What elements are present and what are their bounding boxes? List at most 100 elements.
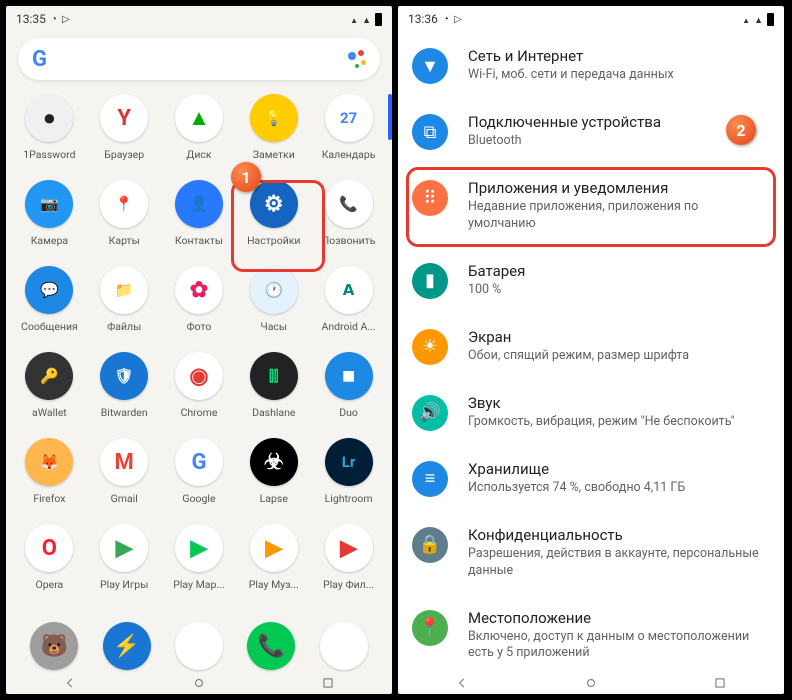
- assistant-icon[interactable]: [348, 50, 366, 68]
- app-label: Play Муз...: [249, 578, 299, 591]
- app-календарь[interactable]: 27 Календарь: [311, 90, 386, 176]
- app-label: Dashlane: [252, 406, 295, 419]
- app-label: aWallet: [32, 406, 67, 419]
- app-awallet[interactable]: 🔑aWallet: [12, 348, 87, 434]
- app-icon: ☣: [250, 438, 298, 486]
- app-label: Браузер: [104, 148, 144, 161]
- settings-item-2[interactable]: ⠿ Приложения и уведомления Недавние прил…: [398, 164, 784, 247]
- app-icon: 27: [325, 94, 373, 142]
- dock-app[interactable]: ⚡: [103, 622, 151, 670]
- settings-icon: 🔊: [412, 395, 448, 431]
- app-label: Диск: [186, 148, 211, 161]
- app-label: Камера: [31, 234, 68, 247]
- app-1password[interactable]: ●1Password: [12, 90, 87, 176]
- settings-subtitle: Включено, доступ к данным о местоположен…: [468, 629, 768, 663]
- settings-item-7[interactable]: 🔒 Конфиденциальность Разрешения, действи…: [398, 511, 784, 594]
- app-камера[interactable]: 📷Камера: [12, 176, 87, 262]
- app-icon: Lr: [325, 438, 373, 486]
- settings-subtitle: 100 %: [468, 282, 768, 299]
- app-chrome[interactable]: ◉Chrome: [162, 348, 237, 434]
- app-позвонить[interactable]: 📞Позвонить: [311, 176, 386, 262]
- app-label: Контакты: [175, 234, 223, 247]
- app-opera[interactable]: OOpera: [12, 520, 87, 606]
- settings-item-4[interactable]: ☀ Экран Обои, спящий режим, размер шрифт…: [398, 313, 784, 379]
- app-icon: Y: [100, 94, 148, 142]
- app-icon: 🛡: [100, 352, 148, 400]
- app-label: Gmail: [111, 492, 138, 505]
- app-фото[interactable]: ✿Фото: [162, 262, 237, 348]
- status-bar: 13:36 ◔ ▷: [398, 6, 784, 32]
- nav-home-icon[interactable]: [584, 676, 598, 690]
- app-play муз...[interactable]: ▶Play Муз...: [236, 520, 311, 606]
- app-play мар...[interactable]: ▶Play Мар...: [162, 520, 237, 606]
- app-label: Duo: [339, 406, 358, 419]
- status-bar: 13:35 ◔ ▷: [6, 6, 392, 32]
- status-time: 13:35: [16, 12, 46, 26]
- app-icon: ■: [325, 352, 373, 400]
- app-диск[interactable]: ▲ Диск: [162, 90, 237, 176]
- settings-subtitle: Недавние приложения, приложения по умолч…: [468, 199, 768, 233]
- settings-title: Местоположение: [468, 609, 768, 627]
- app-icon: ▲: [175, 94, 223, 142]
- app-label: Фото: [187, 320, 212, 333]
- app-icon: ◉: [175, 352, 223, 400]
- dock-app[interactable]: 📞: [247, 622, 295, 670]
- app-icon: 📁: [100, 266, 148, 314]
- app-google[interactable]: GGoogle: [162, 434, 237, 520]
- app-label: Сообщения: [21, 320, 78, 333]
- app-gmail[interactable]: M Gmail: [87, 434, 162, 520]
- settings-subtitle: Громкость, вибрация, режим "Не беспокоит…: [468, 414, 768, 431]
- app-label: Карты: [109, 234, 140, 247]
- app-play игры[interactable]: ▶Play Игры: [87, 520, 162, 606]
- dock-app[interactable]: 🐻: [30, 622, 78, 670]
- settings-subtitle: Используется 74 %, свободно 4,11 ГБ: [468, 480, 768, 497]
- nav-home-icon[interactable]: [192, 676, 206, 690]
- settings-title: Сеть и Интернет: [468, 47, 768, 65]
- app-часы[interactable]: 🕐Часы: [236, 262, 311, 348]
- scroll-indicator[interactable]: [388, 94, 392, 140]
- notification-icon: ▷: [62, 14, 70, 25]
- nav-back-icon[interactable]: [455, 676, 469, 690]
- app-bitwarden[interactable]: 🛡Bitwarden: [87, 348, 162, 434]
- nav-back-icon[interactable]: [63, 676, 77, 690]
- search-bar[interactable]: G: [18, 38, 380, 80]
- settings-icon: ⠿: [412, 180, 448, 216]
- settings-item-6[interactable]: ≡ Хранилище Используется 74 %, свободно …: [398, 445, 784, 511]
- app-firefox[interactable]: 🦊Firefox: [12, 434, 87, 520]
- app-браузер[interactable]: Y Браузер: [87, 90, 162, 176]
- app-label: Заметки: [253, 148, 295, 161]
- app-android a...[interactable]: 𝗔Android A...: [311, 262, 386, 348]
- settings-item-3[interactable]: ▮ Батарея 100 %: [398, 247, 784, 313]
- settings-item-8[interactable]: 📍 Местоположение Включено, доступ к данн…: [398, 594, 784, 677]
- nav-recent-icon[interactable]: [321, 676, 335, 690]
- app-сообщения[interactable]: 💬Сообщения: [12, 262, 87, 348]
- app-icon: ▶: [100, 524, 148, 572]
- app-контакты[interactable]: 👤Контакты: [162, 176, 237, 262]
- signal-icon: [362, 12, 371, 26]
- app-lightroom[interactable]: LrLightroom: [311, 434, 386, 520]
- settings-item-5[interactable]: 🔊 Звук Громкость, вибрация, режим "Не бе…: [398, 379, 784, 445]
- google-logo-icon: G: [32, 47, 47, 72]
- app-файлы[interactable]: 📁Файлы: [87, 262, 162, 348]
- settings-title: Хранилище: [468, 460, 768, 478]
- app-dashlane[interactable]: ⫿⫿Dashlane: [236, 348, 311, 434]
- settings-icon: 🔒: [412, 527, 448, 563]
- app-play фил...[interactable]: ▶Play Фил...: [311, 520, 386, 606]
- notification-icon: ◔: [443, 14, 449, 25]
- app-icon: M: [100, 438, 148, 486]
- dock-app[interactable]: ▶: [320, 622, 368, 670]
- notification-icon: ▷: [454, 14, 462, 25]
- app-label: Календарь: [322, 148, 376, 161]
- dock-app[interactable]: ◉: [175, 622, 223, 670]
- settings-item-0[interactable]: ▼ Сеть и Интернет Wi-Fi, моб. сети и пер…: [398, 32, 784, 98]
- battery-icon: [767, 13, 774, 26]
- app-карты[interactable]: 📍Карты: [87, 176, 162, 262]
- app-label: Часы: [261, 320, 288, 333]
- nav-recent-icon[interactable]: [713, 676, 727, 690]
- app-icon: G: [175, 438, 223, 486]
- step-badge-1: 1: [231, 162, 261, 192]
- app-lapse[interactable]: ☣Lapse: [236, 434, 311, 520]
- notification-icon: ◔: [51, 14, 57, 25]
- app-duo[interactable]: ■ Duo: [311, 348, 386, 434]
- app-label: Firefox: [33, 492, 65, 505]
